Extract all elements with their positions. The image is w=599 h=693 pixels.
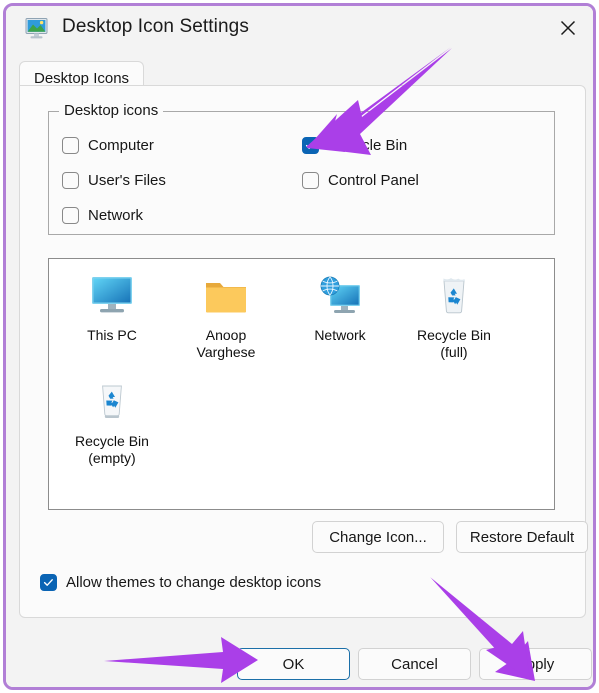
checkbox-label: Control Panel — [328, 172, 419, 189]
preview-caption-line1: Network — [314, 327, 366, 343]
title-bar: Desktop Icon Settings — [6, 6, 593, 52]
restore-default-button[interactable]: Restore Default — [456, 521, 588, 553]
monitor-icon — [57, 271, 167, 323]
checkbox-label: User's Files — [88, 172, 166, 189]
button-label: Change Icon... — [329, 528, 427, 546]
checkbox-box — [40, 574, 57, 591]
desktop-monitor-icon — [24, 17, 50, 41]
preview-item-network[interactable]: Network — [285, 271, 395, 344]
desktop-icons-groupbox: Desktop icons Computer User's Files Netw… — [48, 102, 555, 235]
checkbox-label: Network — [88, 207, 144, 224]
checkbox-computer[interactable]: Computer — [62, 137, 154, 154]
preview-item-user-folder[interactable]: Anoop Varghese — [171, 271, 281, 361]
checkbox-label: Allow themes to change desktop icons — [66, 574, 322, 591]
recycle-bin-empty-icon — [57, 377, 167, 429]
preview-item-recycle-bin-full[interactable]: Recycle Bin (full) — [399, 271, 509, 361]
window-inner: Desktop Icon Settings Desktop Icons Desk… — [6, 6, 593, 687]
checkbox-label: Computer — [88, 137, 154, 154]
dialog-footer: OK Cancel Apply — [6, 618, 593, 687]
cancel-button[interactable]: Cancel — [358, 648, 471, 680]
preview-caption-line2: Varghese — [196, 344, 256, 360]
checkbox-label: Recycle Bin — [328, 137, 408, 154]
preview-caption-line1: Anoop — [205, 327, 247, 343]
apply-button[interactable]: Apply — [479, 648, 592, 680]
checkbox-allow-themes[interactable]: Allow themes to change desktop icons — [40, 574, 321, 591]
icon-preview-panel[interactable]: This PC Anoop Varghese Network Recycle B… — [48, 258, 555, 510]
preview-item-this-pc[interactable]: This PC — [57, 271, 167, 344]
checkbox-box — [302, 172, 319, 189]
checkbox-control-panel[interactable]: Control Panel — [302, 172, 419, 189]
button-label: Cancel — [391, 655, 438, 673]
checkbox-users-files[interactable]: User's Files — [62, 172, 166, 189]
close-icon[interactable] — [543, 6, 593, 50]
desktop-icon-settings-window: Desktop Icon Settings Desktop Icons Desk… — [3, 3, 596, 690]
checkbox-box — [62, 172, 79, 189]
preview-caption-line2: (empty) — [88, 450, 136, 466]
ok-button[interactable]: OK — [237, 648, 350, 680]
checkbox-recycle-bin[interactable]: Recycle Bin — [302, 137, 407, 154]
network-globe-monitor-icon — [285, 271, 395, 323]
preview-caption-line1: Recycle Bin — [75, 433, 149, 449]
change-icon-button[interactable]: Change Icon... — [312, 521, 444, 553]
button-label: Apply — [516, 655, 555, 673]
groupbox-label: Desktop icons — [59, 102, 164, 119]
recycle-bin-full-icon — [399, 271, 509, 323]
folder-icon — [171, 271, 281, 323]
window-title: Desktop Icon Settings — [62, 16, 249, 37]
preview-caption-line1: This PC — [87, 327, 137, 343]
preview-item-recycle-bin-empty[interactable]: Recycle Bin (empty) — [57, 377, 167, 467]
preview-caption-line2: (full) — [440, 344, 468, 360]
tab-label: Desktop Icons — [34, 69, 130, 87]
checkbox-box — [62, 137, 79, 154]
button-label: Restore Default — [469, 528, 575, 546]
button-label: OK — [282, 655, 305, 673]
checkbox-network[interactable]: Network — [62, 207, 143, 224]
checkbox-box — [302, 137, 319, 154]
tab-panel-desktop-icons: Desktop icons Computer User's Files Netw… — [19, 85, 588, 618]
checkbox-box — [62, 207, 79, 224]
preview-caption-line1: Recycle Bin — [417, 327, 491, 343]
